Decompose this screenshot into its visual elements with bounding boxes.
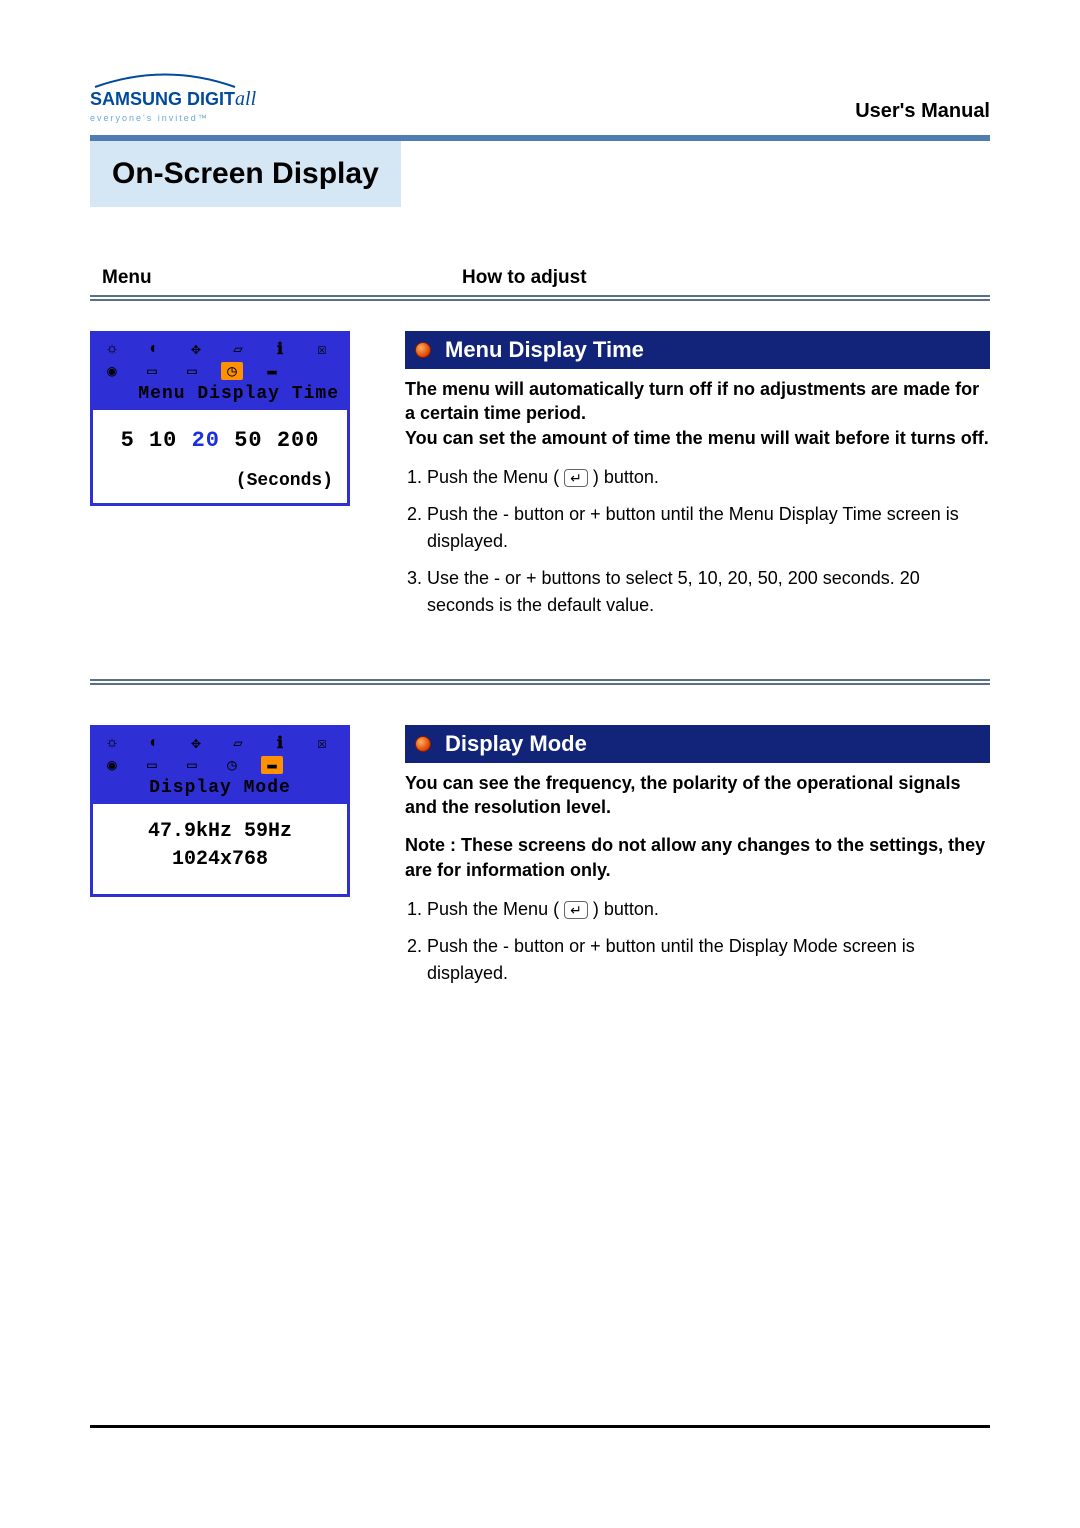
- osd-screenshot: ☼ ◐ ✥ ▱ ℹ ☒ ◉ ▭ ▭ ◷ ▬ Display Mode 47.9k…: [90, 725, 350, 897]
- hpos-icon: ▭: [141, 756, 163, 774]
- menu-button-icon: ↵: [564, 469, 588, 487]
- col-header-howto: How to adjust: [402, 267, 990, 289]
- topic-title: Menu Display Time: [445, 337, 644, 362]
- osd-unit: (Seconds): [103, 471, 337, 491]
- manual-label: User's Manual: [855, 100, 990, 123]
- osd-value: 50: [234, 428, 262, 453]
- osd-value: 200: [277, 428, 320, 453]
- mode-icon: ▬: [261, 362, 283, 380]
- contrast-icon: ◐: [143, 340, 165, 358]
- recall-icon: ◉: [101, 756, 123, 774]
- brand-tagline: everyone's invited™: [90, 113, 256, 123]
- exit-icon: ☒: [311, 734, 333, 752]
- col-header-menu: Menu: [102, 267, 402, 289]
- steps-list: Push the Menu ( ↵ ) button. Push the - b…: [405, 464, 990, 619]
- geometry-icon: ▱: [227, 340, 249, 358]
- hpos-icon: ▭: [141, 362, 163, 380]
- brand-main: SAMSUNG DIGIT: [90, 89, 235, 110]
- topic-block: ☼ ◐ ✥ ▱ ℹ ☒ ◉ ▭ ▭ ◷ ▬ Menu Display Time: [90, 331, 990, 629]
- footer-rule: [90, 1425, 990, 1428]
- osd-value: 5: [121, 428, 135, 453]
- step: Push the - button or + button until the …: [427, 933, 990, 987]
- osd-title: Menu Display Time: [93, 382, 347, 410]
- contrast-icon: ◐: [143, 734, 165, 752]
- recall-icon: ◉: [101, 362, 123, 380]
- step-text: Push the Menu (: [427, 467, 559, 487]
- topic-description: You can see the frequency, the polarity …: [405, 771, 990, 820]
- step: Push the Menu ( ↵ ) button.: [427, 464, 990, 491]
- brightness-icon: ☼: [101, 734, 123, 752]
- step-text: ) button.: [593, 467, 659, 487]
- vpos-icon: ▭: [181, 362, 203, 380]
- column-headers: Menu How to adjust: [90, 267, 990, 289]
- menu-button-icon: ↵: [564, 901, 588, 919]
- brand-logo: SAMSUNG DIGITall everyone's invited™: [90, 70, 256, 123]
- bullet-icon: [415, 736, 431, 752]
- topic-note: Note : These screens do not allow any ch…: [405, 833, 990, 882]
- topic-title-bar: Menu Display Time: [405, 331, 990, 369]
- vpos-icon: ▭: [181, 756, 203, 774]
- brand-italic: all: [235, 88, 256, 111]
- osd-title: Display Mode: [93, 776, 347, 804]
- mode-icon: ▬: [261, 756, 283, 774]
- bullet-icon: [415, 342, 431, 358]
- step-text: ) button.: [593, 899, 659, 919]
- section-title: On-Screen Display: [112, 157, 379, 191]
- info-icon: ℹ: [269, 734, 291, 752]
- topic-block: ☼ ◐ ✥ ▱ ℹ ☒ ◉ ▭ ▭ ◷ ▬ Display Mode 47.9k…: [90, 725, 990, 997]
- osd-freq-line: 47.9kHz 59Hz: [103, 818, 337, 846]
- logo-arc-icon: [90, 70, 240, 88]
- steps-list: Push the Menu ( ↵ ) button. Push the - b…: [405, 896, 990, 987]
- osd-value: 10: [149, 428, 177, 453]
- cols-rule: [90, 295, 990, 301]
- page-header: SAMSUNG DIGITall everyone's invited™ Use…: [90, 70, 990, 123]
- step: Use the - or + buttons to select 5, 10, …: [427, 565, 990, 619]
- osd-screenshot: ☼ ◐ ✥ ▱ ℹ ☒ ◉ ▭ ▭ ◷ ▬ Menu Display Time: [90, 331, 350, 506]
- osd-values: 5 10 20 50 200: [103, 428, 337, 453]
- osd-value-selected: 20: [192, 428, 220, 453]
- info-icon: ℹ: [269, 340, 291, 358]
- section-bar: On-Screen Display: [90, 141, 990, 207]
- position-icon: ✥: [185, 340, 207, 358]
- step: Push the Menu ( ↵ ) button.: [427, 896, 990, 923]
- topic-title-bar: Display Mode: [405, 725, 990, 763]
- topic-divider: [90, 679, 990, 685]
- exit-icon: ☒: [311, 340, 333, 358]
- position-icon: ✥: [185, 734, 207, 752]
- step-text: Push the Menu (: [427, 899, 559, 919]
- topic-description: The menu will automatically turn off if …: [405, 377, 990, 450]
- time-icon: ◷: [221, 756, 243, 774]
- step: Push the - button or + button until the …: [427, 501, 990, 555]
- osd-res-line: 1024x768: [103, 846, 337, 874]
- time-icon: ◷: [221, 362, 243, 380]
- geometry-icon: ▱: [227, 734, 249, 752]
- topic-title: Display Mode: [445, 731, 587, 756]
- brightness-icon: ☼: [101, 340, 123, 358]
